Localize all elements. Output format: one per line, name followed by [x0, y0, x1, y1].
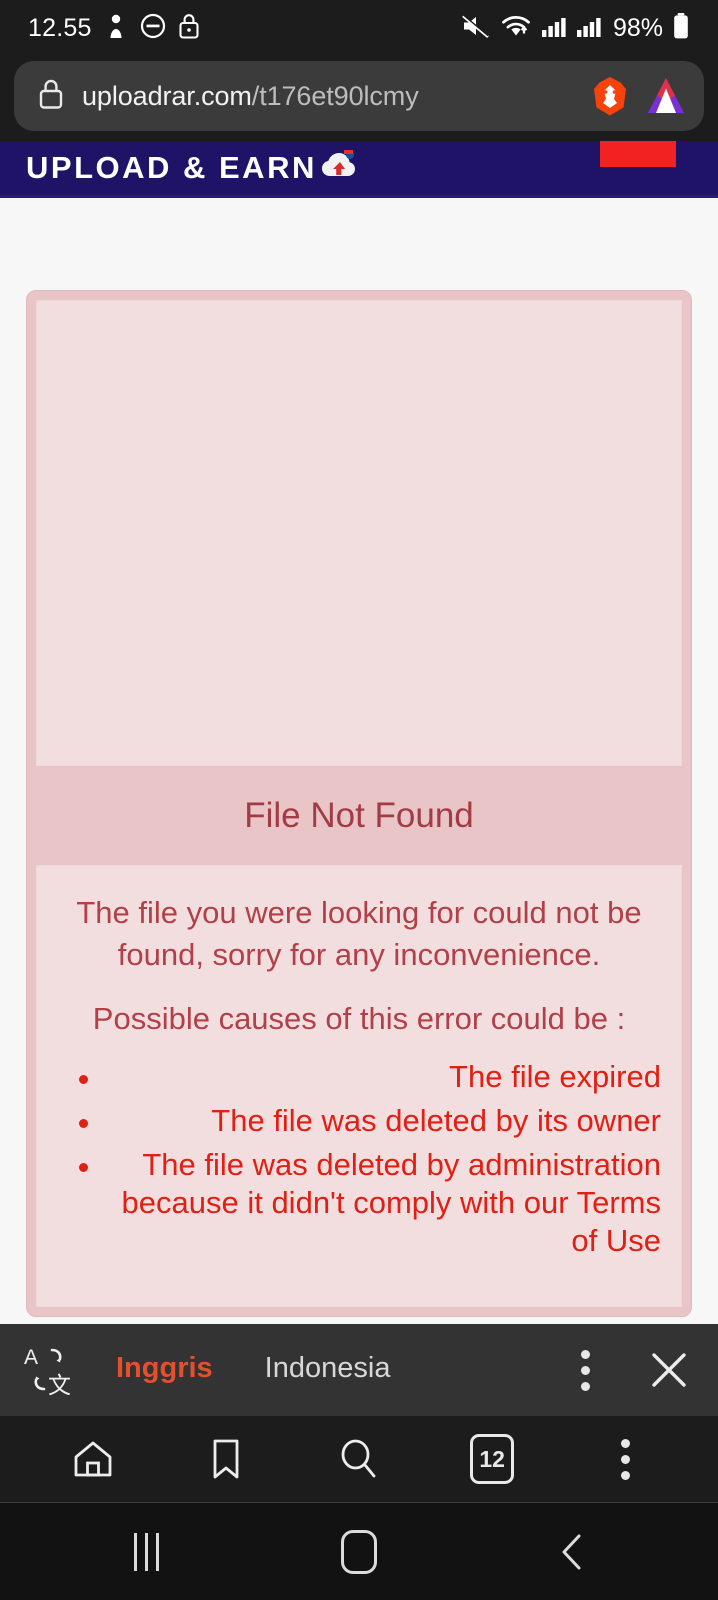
wifi-icon: [500, 13, 532, 44]
file-not-found-title: File Not Found: [244, 796, 474, 835]
language-tabs: Inggris Indonesia: [110, 1352, 391, 1427]
status-bar-left: 12.55: [28, 12, 200, 44]
tab-switcher-icon[interactable]: 12: [454, 1421, 530, 1497]
screen-lock-icon: [178, 12, 200, 44]
translate-bar: A 文 Inggris Indonesia: [0, 1324, 718, 1427]
status-clock: 12.55: [28, 13, 92, 42]
url-domain: uploadrar.com: [82, 80, 252, 111]
file-not-found-card: File Not Found The file you were looking…: [26, 290, 692, 1318]
phone-screen: 12.55 98% uploadrar.com/t176et90lcmy UPL…: [0, 0, 718, 1600]
list-item: The file was deleted by its owner: [57, 1102, 661, 1140]
browser-url-bar-container: uploadrar.com/t176et90lcmy: [0, 56, 718, 141]
bookmark-icon[interactable]: [188, 1421, 264, 1497]
status-bar: 12.55 98%: [0, 0, 718, 56]
translate-bar-actions: [581, 1349, 690, 1391]
web-page-viewport: UPLOAD & EARN File Not Found The file yo…: [0, 141, 718, 1324]
search-icon[interactable]: [321, 1421, 397, 1497]
signal-bars-2-icon: [576, 13, 602, 44]
site-header-action-button[interactable]: [600, 141, 676, 167]
url-text[interactable]: uploadrar.com/t176et90lcmy: [82, 81, 574, 112]
status-bar-right: 98%: [461, 12, 690, 45]
svg-text:文: 文: [48, 1373, 71, 1396]
possible-causes-intro: Possible causes of this error could be :: [92, 1000, 626, 1036]
back-chevron-icon[interactable]: [527, 1507, 617, 1597]
upload-cloud-logo-icon: [317, 150, 359, 184]
brave-lion-icon[interactable]: [590, 75, 630, 117]
translate-close-icon[interactable]: [648, 1349, 690, 1391]
browser-bottom-toolbar: 12: [0, 1416, 718, 1502]
lock-icon: [36, 77, 66, 116]
site-brand-title: UPLOAD & EARN: [26, 150, 317, 185]
tab-count-label: 12: [470, 1434, 515, 1484]
bat-triangle-icon[interactable]: [646, 75, 686, 117]
list-item: The file expired: [57, 1058, 661, 1096]
file-not-found-body: The file you were looking for could not …: [36, 865, 682, 1308]
translate-options-kebab-menu-icon[interactable]: [581, 1349, 590, 1391]
page-content: File Not Found The file you were looking…: [0, 290, 718, 1318]
signal-bars-icon: [541, 13, 567, 44]
home-icon[interactable]: [55, 1421, 131, 1497]
error-description-paragraph: The file you were looking for could not …: [76, 895, 642, 972]
tab-source-language[interactable]: Inggris: [110, 1352, 219, 1427]
battery-icon: [672, 12, 690, 45]
screen-recorder-icon: [104, 13, 128, 44]
home-square-icon[interactable]: [314, 1507, 404, 1597]
url-bar[interactable]: uploadrar.com/t176et90lcmy: [14, 61, 704, 131]
browser-menu-kebab-icon[interactable]: [587, 1421, 663, 1497]
battery-percent-label: 98%: [612, 13, 663, 42]
tab-target-language[interactable]: Indonesia: [265, 1352, 391, 1389]
do-not-disturb-icon: [140, 13, 166, 44]
site-header: UPLOAD & EARN: [0, 141, 718, 195]
translate-icon[interactable]: A 文: [22, 1344, 74, 1396]
mute-icon: [461, 13, 491, 44]
file-not-found-image-placeholder: [36, 300, 682, 766]
site-header-underline: [0, 195, 718, 198]
list-item: The file was deleted by administration b…: [57, 1146, 661, 1260]
url-path: /t176et90lcmy: [251, 80, 419, 111]
recents-icon[interactable]: [101, 1507, 191, 1597]
android-navigation-bar: [0, 1502, 718, 1600]
possible-causes-list: The file expired The file was deleted by…: [57, 1058, 661, 1261]
svg-text:A: A: [24, 1346, 38, 1369]
